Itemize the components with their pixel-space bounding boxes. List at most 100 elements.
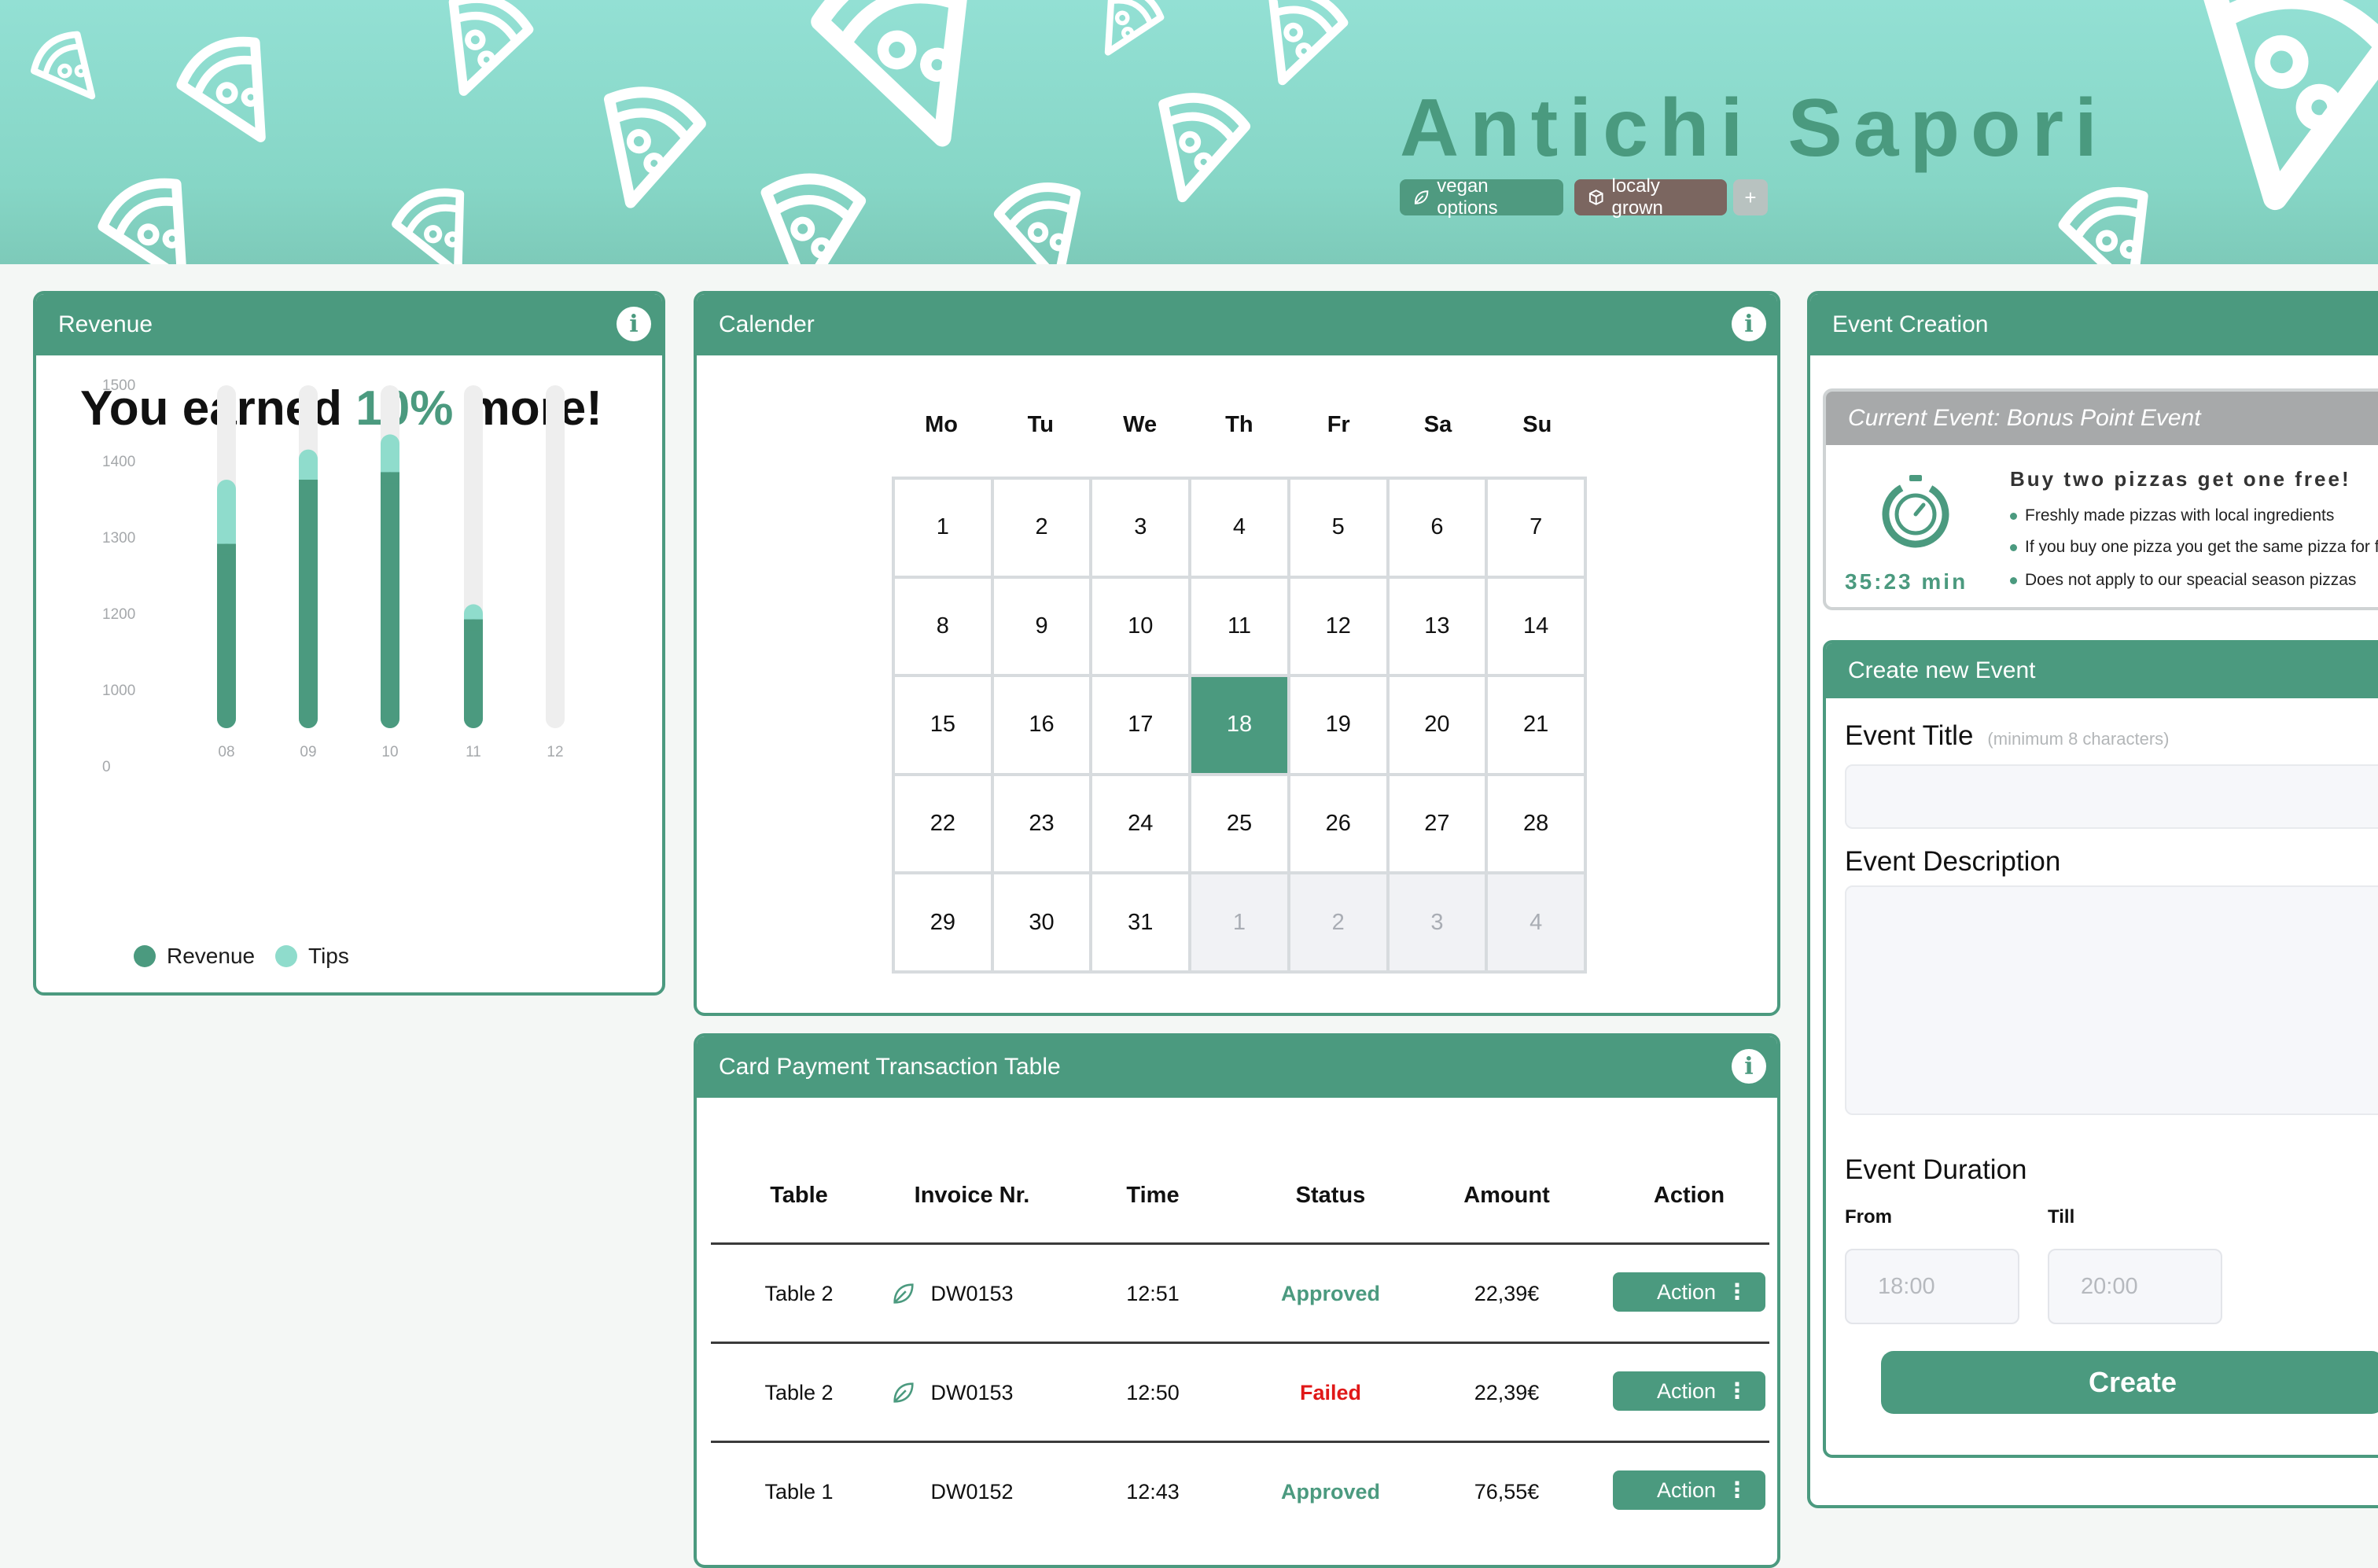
calendar-card: Calender i Mo Tu We Th Fr Sa Su 1 2 3 4 5 6 7 8 9 10 11 1… [694,291,1780,1016]
pizza-slice-icon [174,28,298,158]
card-title: Card Payment Transaction Table [719,1054,1061,1080]
bar-revenue-cap [217,543,236,555]
revenue-card: Revenue i You earned 10% more! 1500 1400 1… [33,291,665,996]
event-timer: 35:23 min [1845,569,1968,594]
action-label: Action [1657,1378,1717,1403]
calendar-day[interactable]: 19 [1288,675,1388,775]
tag-label: localy grown [1611,175,1663,219]
calendar-day[interactable]: 31 [1091,873,1191,972]
x-tick-label: 08 [218,744,234,760]
create-event-button[interactable]: Create [1881,1351,2378,1414]
calendar-day[interactable]: 26 [1288,774,1388,874]
cell-table: Table 2 [764,1381,834,1404]
calendar-day[interactable]: 4 [1190,478,1289,577]
add-tag-button[interactable]: + [1733,179,1768,215]
cell-amount: 76,55€ [1474,1480,1540,1504]
calendar-day[interactable]: 7 [1486,478,1585,577]
status-badge: Approved [1280,1480,1380,1504]
calendar-day[interactable]: 12 [1288,576,1388,676]
calendar-day[interactable]: 30 [992,873,1091,972]
cell-table: Table 2 [764,1282,834,1305]
from-time-input[interactable]: 18:00 [1845,1249,2019,1324]
calendar-day[interactable]: 10 [1091,576,1191,676]
legend-swatch [134,945,156,967]
calendar-day[interactable]: 17 [1091,675,1191,775]
info-icon[interactable]: i [1732,1049,1766,1084]
pizza-slice-icon [426,0,534,105]
calendar-day[interactable]: 21 [1486,675,1585,775]
calendar-day[interactable]: 1 [893,478,992,577]
calendar-day[interactable]: 25 [1190,774,1289,874]
calendar-day-outside[interactable]: 3 [1387,873,1487,972]
row-divider [711,1242,1769,1245]
calendar-day[interactable]: 14 [1486,576,1585,676]
event-description-input[interactable] [1845,885,2378,1115]
event-title-label: Event Title (minimum 8 characters) [1845,720,2169,752]
event-title-input[interactable] [1845,764,2378,829]
calendar-day[interactable]: 9 [992,576,1091,676]
card-header: Card Payment Transaction Table i [697,1036,1777,1098]
kebab-menu-icon: ⋮ [1726,1478,1748,1502]
calendar-day[interactable]: 22 [893,774,992,874]
calendar-day[interactable]: 29 [893,873,992,972]
calendar-day[interactable]: 11 [1190,576,1289,676]
till-label: Till [2048,1206,2075,1228]
calendar-day[interactable]: 8 [893,576,992,676]
calendar-day[interactable]: 16 [992,675,1091,775]
row-action-button[interactable]: Action ⋮ [1613,1272,1765,1312]
calendar-day[interactable]: 28 [1486,774,1585,874]
calendar-day-outside[interactable]: 2 [1288,873,1388,972]
from-label: From [1845,1206,1892,1228]
calendar-day[interactable]: 23 [992,774,1091,874]
bar-revenue [299,480,318,728]
cell-amount: 22,39€ [1474,1282,1540,1305]
calendar-day[interactable]: 6 [1387,478,1487,577]
bar-track [546,385,565,728]
column-header: Invoice Nr. [914,1183,1030,1208]
row-divider [711,1441,1769,1443]
bar-revenue [381,472,399,728]
pizza-slice-icon [390,182,490,264]
legend-label: Revenue [167,944,256,968]
calendar-day[interactable]: 3 [1091,478,1191,577]
calendar-day[interactable]: 20 [1387,675,1487,775]
column-header: Action [1653,1183,1725,1208]
y-tick-label: 1400 [102,454,135,470]
action-label: Action [1657,1279,1717,1304]
cell-invoice: DW0153 [930,1282,1014,1305]
row-action-button[interactable]: Action ⋮ [1613,1371,1765,1411]
calendar-day-selected[interactable]: 18 [1190,675,1289,775]
weekday-label: Sa [1423,412,1452,437]
tag-label: vegan options [1437,175,1498,219]
calendar-grid: 1 2 3 4 5 6 7 8 9 10 11 12 13 14 15 16 17 18 19 20 21 22 23 24 2… [892,477,1587,974]
calendar-day[interactable]: 27 [1387,774,1487,874]
y-tick-label: 0 [102,759,111,775]
cell-invoice: DW0153 [930,1381,1014,1404]
pizza-slice-icon [27,27,113,115]
column-header: Table [770,1183,828,1208]
pizza-slice-icon [1084,0,1166,66]
pizza-slice-icon [1247,0,1349,94]
kebab-menu-icon: ⋮ [1726,1279,1748,1304]
calendar-day-outside[interactable]: 1 [1190,873,1289,972]
cell-time: 12:50 [1126,1381,1180,1404]
info-icon[interactable]: i [1732,307,1766,341]
calendar-day[interactable]: 13 [1387,576,1487,676]
row-action-button[interactable]: Action ⋮ [1613,1470,1765,1510]
header-banner: Antichi Sapori vegan options localy grow… [0,0,2378,264]
legend-item-revenue: Revenue [134,944,255,969]
tag-localy-grown[interactable]: localy grown [1574,175,1727,219]
revenue-chart: 1500 1400 1300 1200 1000 0 08 09 10 11 12 [102,377,565,775]
till-time-input[interactable]: 20:00 [2048,1249,2222,1324]
calendar-day[interactable]: 15 [893,675,992,775]
calendar-day[interactable]: 24 [1091,774,1191,874]
calendar-day[interactable]: 5 [1288,478,1388,577]
card-header: Calender i [697,294,1777,355]
tag-vegan-options[interactable]: vegan options [1400,175,1563,219]
calendar-day[interactable]: 2 [992,478,1091,577]
box-icon [1588,190,1603,205]
calendar-day-outside[interactable]: 4 [1486,873,1585,972]
weekday-label: Mo [925,412,958,437]
current-event-heading: Current Event: Bonus Point Event [1826,392,2378,445]
pizza-slice-icon [1142,89,1250,208]
